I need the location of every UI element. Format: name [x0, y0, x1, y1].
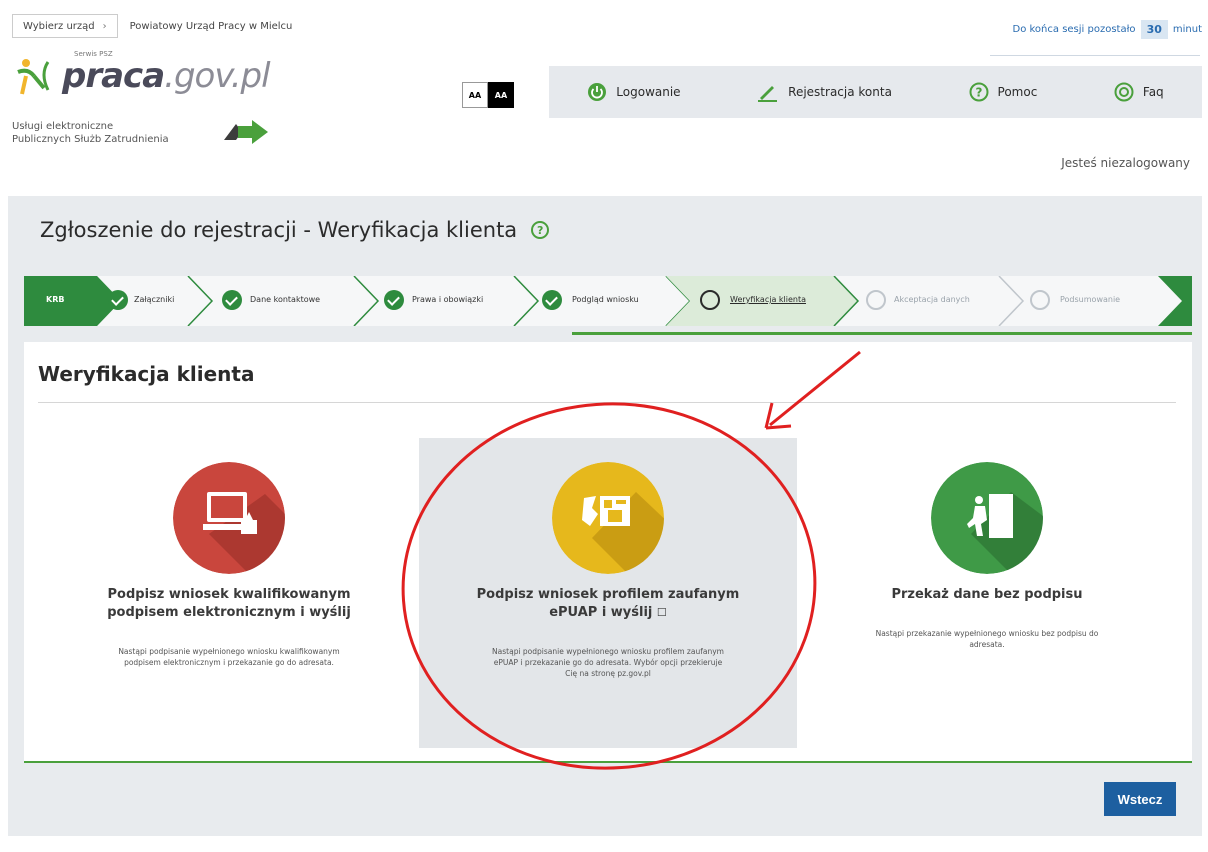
content-bottom-divider [24, 761, 1192, 763]
step-krb[interactable]: KRB [46, 295, 64, 304]
step-contact-data[interactable]: Dane kontaktowe [250, 295, 320, 304]
power-icon [588, 83, 607, 101]
check-icon [108, 290, 128, 310]
services-caption: Usługi elektroniczne Publicznych Służb Z… [12, 121, 169, 145]
option-title: Przekaż dane bez podpisu [891, 587, 1083, 602]
top-navigation: Logowanie Rejestracja konta ? Pomoc Faq [549, 66, 1202, 118]
login-status: Jesteś niezalogowany [1061, 156, 1190, 170]
session-suffix: minut [1172, 24, 1202, 35]
computer-signature-icon [173, 462, 285, 574]
nav-help-label: Pomoc [997, 85, 1038, 99]
nav-faq-label: Faq [1142, 85, 1164, 99]
session-prefix: Do końca sesji pozostało [1012, 24, 1136, 35]
faq-icon [1114, 82, 1134, 102]
contrast-switcher: AA AA [462, 82, 514, 108]
pending-step-icon [866, 290, 886, 310]
nav-login-label: Logowanie [616, 85, 681, 99]
option-qualified-signature[interactable]: Podpisz wniosek kwalifikowanym podpisem … [40, 438, 418, 748]
office-name: Powiatowy Urząd Pracy w Mielcu [129, 20, 293, 32]
session-divider [990, 55, 1200, 56]
nav-login[interactable]: Logowanie [587, 82, 681, 102]
logo-wordmark: praca.gov.pl [62, 56, 271, 96]
check-icon [542, 290, 562, 310]
progress-stepper: KRB Załączniki Dane kontaktowe Prawa i o… [24, 276, 1192, 326]
check-icon [222, 290, 242, 310]
option-title: Podpisz wniosek kwalifikowanym podpisem … [107, 587, 351, 620]
step-attachments[interactable]: Załączniki [134, 295, 174, 304]
session-timer: Do końca sesji pozostało 30 minut [1012, 20, 1202, 39]
option-trusted-profile[interactable]: Podpisz wniosek profilem zaufanym ePUAP … [419, 438, 797, 748]
contrast-high-button[interactable]: AA [488, 82, 514, 108]
step-summary: Podsumowanie [1060, 295, 1121, 304]
step-preview[interactable]: Podgląd wniosku [572, 295, 639, 304]
pencil-icon [758, 86, 778, 102]
nav-faq[interactable]: Faq [1114, 82, 1164, 102]
step-rights[interactable]: Prawa i obowiązki [412, 295, 483, 304]
person-door-icon [931, 462, 1043, 574]
nav-help[interactable]: ? Pomoc [969, 82, 1038, 102]
option-title: Podpisz wniosek profilem zaufanym ePUAP … [476, 587, 740, 620]
section-divider [38, 402, 1176, 403]
external-link-icon: ☐ [656, 606, 667, 619]
office-bar: Wybierz urząd › Powiatowy Urząd Pracy w … [12, 14, 292, 38]
office-select-label: Wybierz urząd [23, 20, 95, 32]
logo-figure-icon [17, 59, 50, 95]
pending-step-icon [1030, 290, 1050, 310]
chevron-right-icon: › [102, 20, 107, 32]
step-verification[interactable]: Weryfikacja klienta [730, 295, 806, 304]
help-icon: ? [969, 82, 989, 102]
trusted-profile-icon [552, 462, 664, 574]
nav-register-label: Rejestracja konta [788, 85, 892, 99]
stepper-progress-line [572, 332, 1192, 335]
office-select-button[interactable]: Wybierz urząd › [12, 14, 118, 38]
step-acceptance: Akceptacja danych [894, 295, 970, 304]
session-minutes: 30 [1140, 20, 1168, 39]
section-title: Weryfikacja klienta [38, 362, 255, 386]
check-icon [384, 290, 404, 310]
nav-register[interactable]: Rejestracja konta [757, 82, 892, 102]
praca-gov-logo[interactable]: Serwis PSZ praca.gov.pl [14, 46, 314, 102]
option-description: Nastąpi przekazanie wypełnionego wniosku… [875, 629, 1099, 649]
option-no-signature[interactable]: Przekaż dane bez podpisu Nastąpi przekaz… [798, 438, 1176, 748]
psz-arrows-icon [224, 120, 268, 144]
option-description: Nastąpi podpisanie wypełnionego wniosku … [492, 647, 724, 678]
contrast-normal-button[interactable]: AA [462, 82, 488, 108]
back-button[interactable]: Wstecz [1104, 782, 1176, 816]
option-description: Nastąpi podpisanie wypełnionego wniosku … [118, 647, 340, 667]
current-step-icon [700, 290, 720, 310]
page-help-icon[interactable]: ? [531, 221, 550, 239]
svg-text:?: ? [975, 86, 982, 100]
page-title: Zgłoszenie do rejestracji - Weryfikacja … [40, 218, 550, 242]
